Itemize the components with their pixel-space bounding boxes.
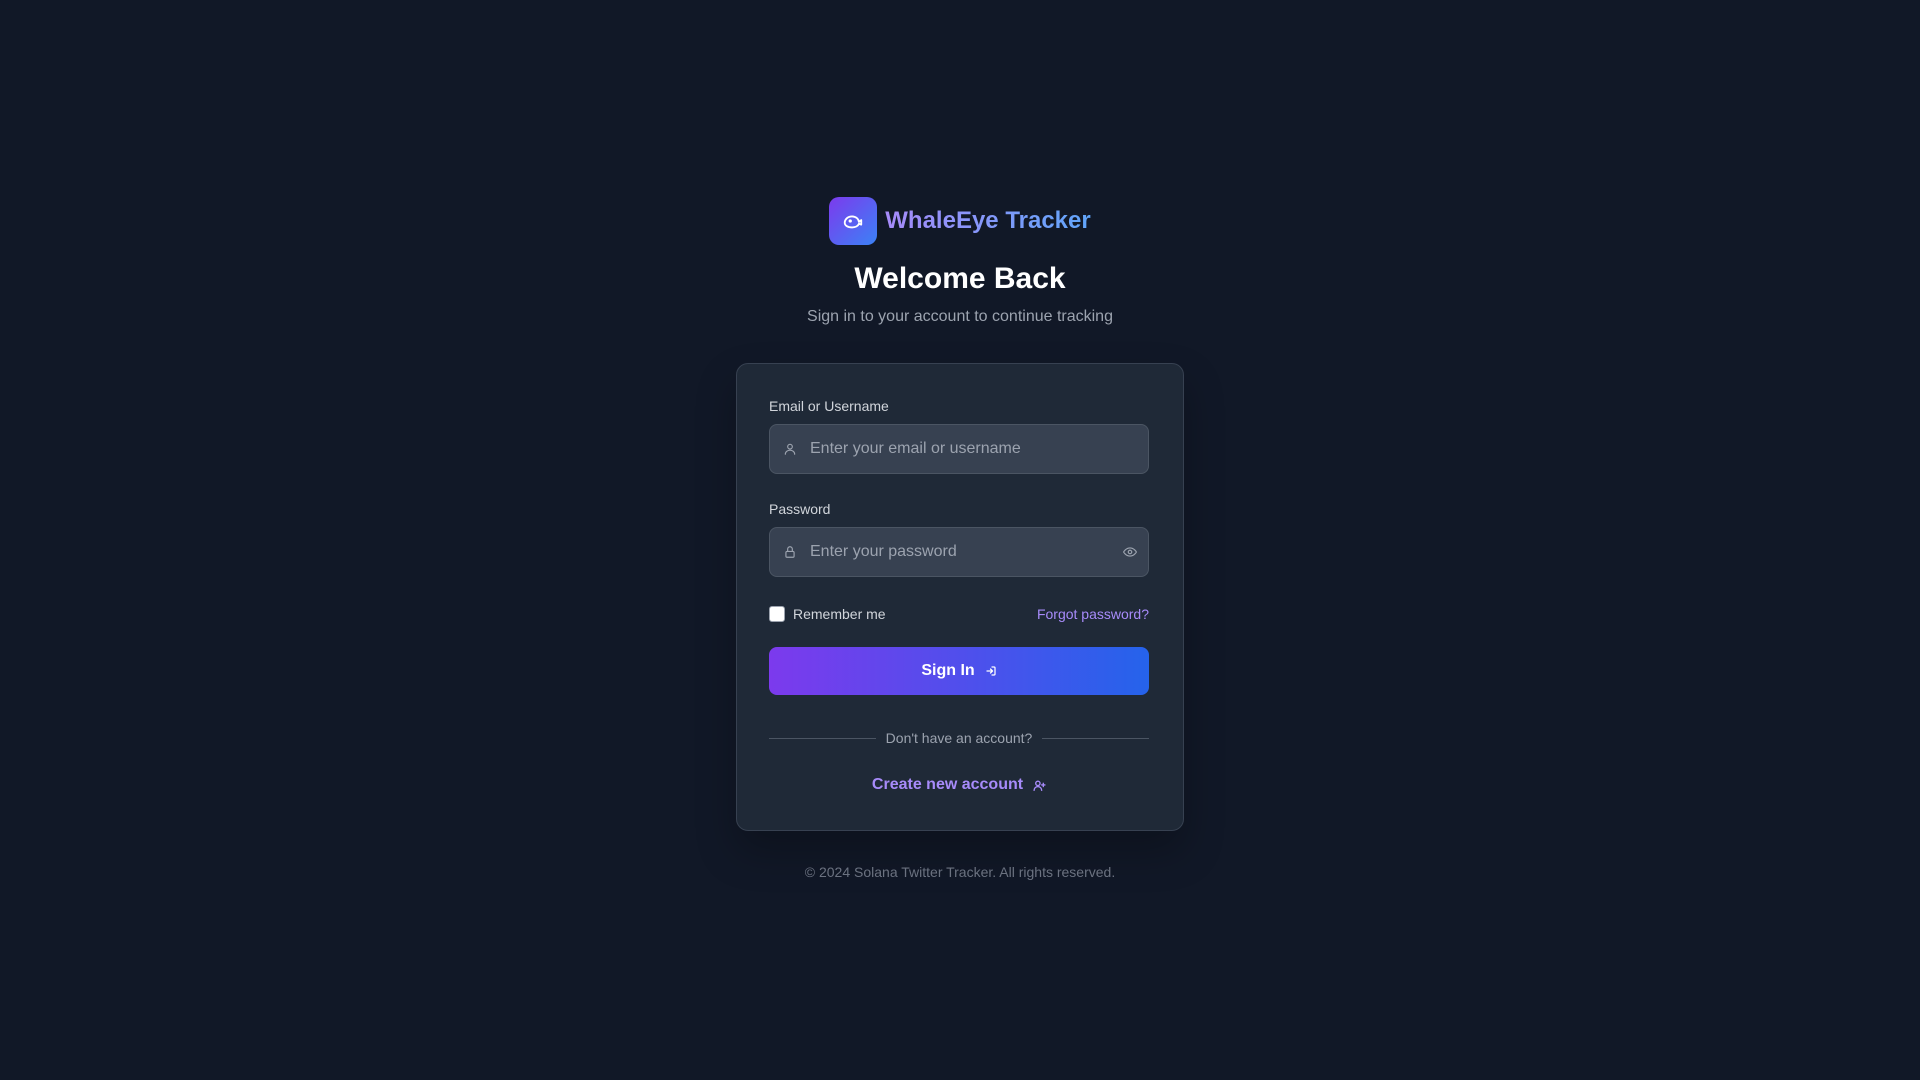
whale-icon <box>844 215 863 229</box>
forgot-password-link[interactable]: Forgot password? <box>1037 606 1149 622</box>
brand-name: WhaleEye Tracker <box>885 207 1091 234</box>
sign-in-button[interactable]: Sign In <box>769 647 1149 695</box>
page-subtitle: Sign in to your account to continue trac… <box>807 308 1113 325</box>
remember-me[interactable]: Remember me <box>769 606 886 622</box>
remember-checkbox[interactable] <box>769 606 785 622</box>
options-row: Remember me Forgot password? <box>769 604 1149 624</box>
email-field-wrapper <box>769 424 1149 474</box>
lock-icon <box>782 544 798 560</box>
login-page: WhaleEye Tracker Welcome Back Sign in to… <box>0 0 1920 1080</box>
signup-divider: Don't have an account? <box>769 728 1150 748</box>
sign-in-label: Sign In <box>921 662 975 679</box>
divider-line-left <box>769 737 876 739</box>
footer-copyright: © 2024 Solana Twitter Tracker. All right… <box>804 864 1116 880</box>
eye-icon[interactable] <box>1122 544 1138 560</box>
brand-logo <box>829 197 878 245</box>
password-label: Password <box>769 501 831 517</box>
create-account-link[interactable]: Create new account <box>769 774 1149 796</box>
login-card: Email or Username Password <box>736 363 1184 831</box>
page-title: Welcome Back <box>854 262 1066 295</box>
email-label: Email or Username <box>769 398 889 414</box>
remember-label: Remember me <box>793 606 886 622</box>
create-account-label: Create new account <box>871 776 1024 793</box>
email-input[interactable] <box>810 425 1110 473</box>
password-input[interactable] <box>810 528 1110 576</box>
user-plus-icon <box>1033 779 1046 791</box>
divider-line-right <box>1042 737 1150 739</box>
divider-text: Don't have an account? <box>885 730 1033 746</box>
user-icon <box>782 441 798 457</box>
arrow-right-icon <box>986 666 996 676</box>
brand-header: WhaleEye Tracker <box>736 197 1184 245</box>
password-field-wrapper <box>769 527 1149 577</box>
